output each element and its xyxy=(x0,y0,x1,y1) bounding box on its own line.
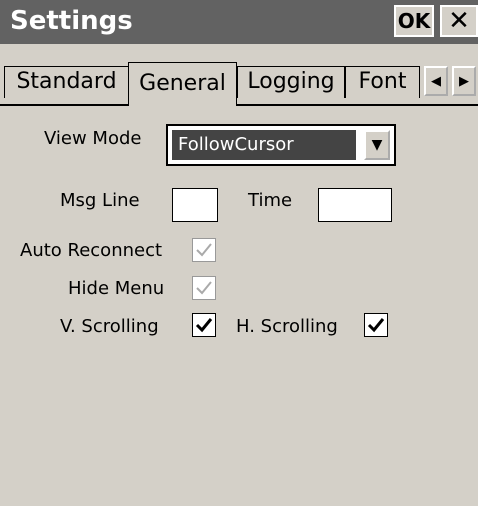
tab-scroll-left-icon[interactable]: ◀ xyxy=(424,66,448,96)
tab-font[interactable]: Font xyxy=(345,66,420,98)
hide-menu-checkbox[interactable] xyxy=(192,276,216,300)
msg-line-input[interactable] xyxy=(172,188,218,222)
time-label: Time xyxy=(248,190,293,211)
window-title: Settings xyxy=(10,6,133,36)
check-icon xyxy=(196,243,212,257)
auto-reconnect-label: Auto Reconnect xyxy=(20,240,163,261)
v-scrolling-label: V. Scrolling xyxy=(60,316,159,337)
tab-standard[interactable]: Standard xyxy=(4,66,128,98)
view-mode-value: FollowCursor xyxy=(172,130,356,160)
view-mode-select[interactable]: FollowCursor ▼ xyxy=(166,124,396,166)
check-icon xyxy=(195,318,213,333)
auto-reconnect-checkbox[interactable] xyxy=(192,238,216,262)
check-icon xyxy=(367,318,385,333)
view-mode-label: View Mode xyxy=(44,128,142,149)
title-bar: Settings OK ✕ xyxy=(0,0,478,44)
chevron-down-icon[interactable]: ▼ xyxy=(364,130,390,160)
hide-menu-label: Hide Menu xyxy=(68,278,165,299)
close-button[interactable]: ✕ xyxy=(440,5,478,37)
tab-scroll-right-icon[interactable]: ▶ xyxy=(452,66,476,96)
tab-divider xyxy=(0,104,478,106)
ok-button[interactable]: OK xyxy=(394,5,434,37)
h-scrolling-checkbox[interactable] xyxy=(364,313,388,337)
tab-general[interactable]: General xyxy=(128,62,237,106)
tab-logging[interactable]: Logging xyxy=(237,66,345,98)
time-input[interactable] xyxy=(318,188,392,222)
check-icon xyxy=(196,281,212,295)
h-scrolling-label: H. Scrolling xyxy=(236,316,338,337)
v-scrolling-checkbox[interactable] xyxy=(192,313,216,337)
msg-line-label: Msg Line xyxy=(60,190,140,211)
